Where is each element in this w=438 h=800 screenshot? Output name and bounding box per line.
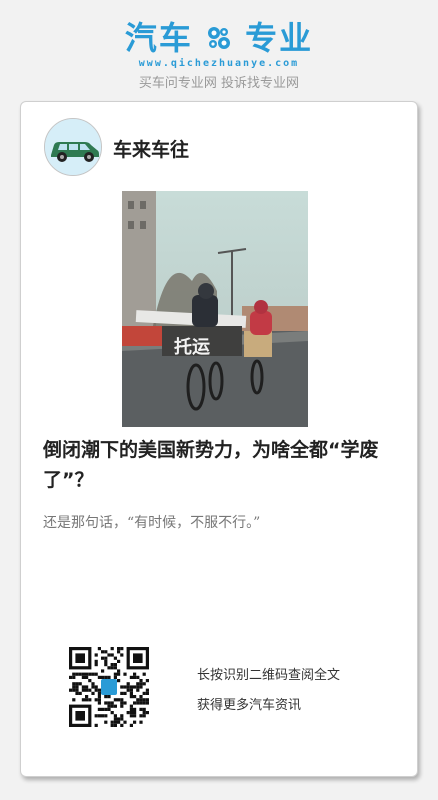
page-header: 汽车 专业 www.qichezhuanye.com 买车问专业网 投诉找专业网 xyxy=(0,0,438,100)
account-avatar[interactable] xyxy=(44,118,102,176)
qr-subtext: 获得更多汽车资讯 xyxy=(197,698,302,713)
article-title[interactable]: 倒闭潮下的美国新势力，为啥全都“学废了”？ xyxy=(43,435,403,495)
street-scene-image: 托运 xyxy=(122,191,308,427)
site-domain: www.qichezhuanye.com xyxy=(138,58,300,69)
gear-icon xyxy=(208,27,230,49)
article-share-card: 车来车往 托运 倒闭潮下的美国新势力，为啥全都“学废了”？ 还是那句话，“有时候… xyxy=(20,101,418,777)
brand-text-right: 专业 xyxy=(245,19,314,57)
brand-logo: 汽车 专业 xyxy=(0,18,438,58)
article-excerpt: 还是那句话，“有时候，不服不行。” xyxy=(43,515,261,531)
qr-instruction: 长按识别二维码查阅全文 xyxy=(197,668,341,683)
qr-code-image xyxy=(69,647,149,727)
car-icon xyxy=(45,119,101,175)
article-photo[interactable]: 托运 xyxy=(122,191,308,427)
account-name[interactable]: 车来车往 xyxy=(113,135,189,162)
qr-code[interactable] xyxy=(69,647,149,727)
site-slogan: 买车问专业网 投诉找专业网 xyxy=(138,76,300,91)
brand-text-left: 汽车 xyxy=(124,19,193,57)
photo-sign-text: 托运 xyxy=(174,336,210,358)
